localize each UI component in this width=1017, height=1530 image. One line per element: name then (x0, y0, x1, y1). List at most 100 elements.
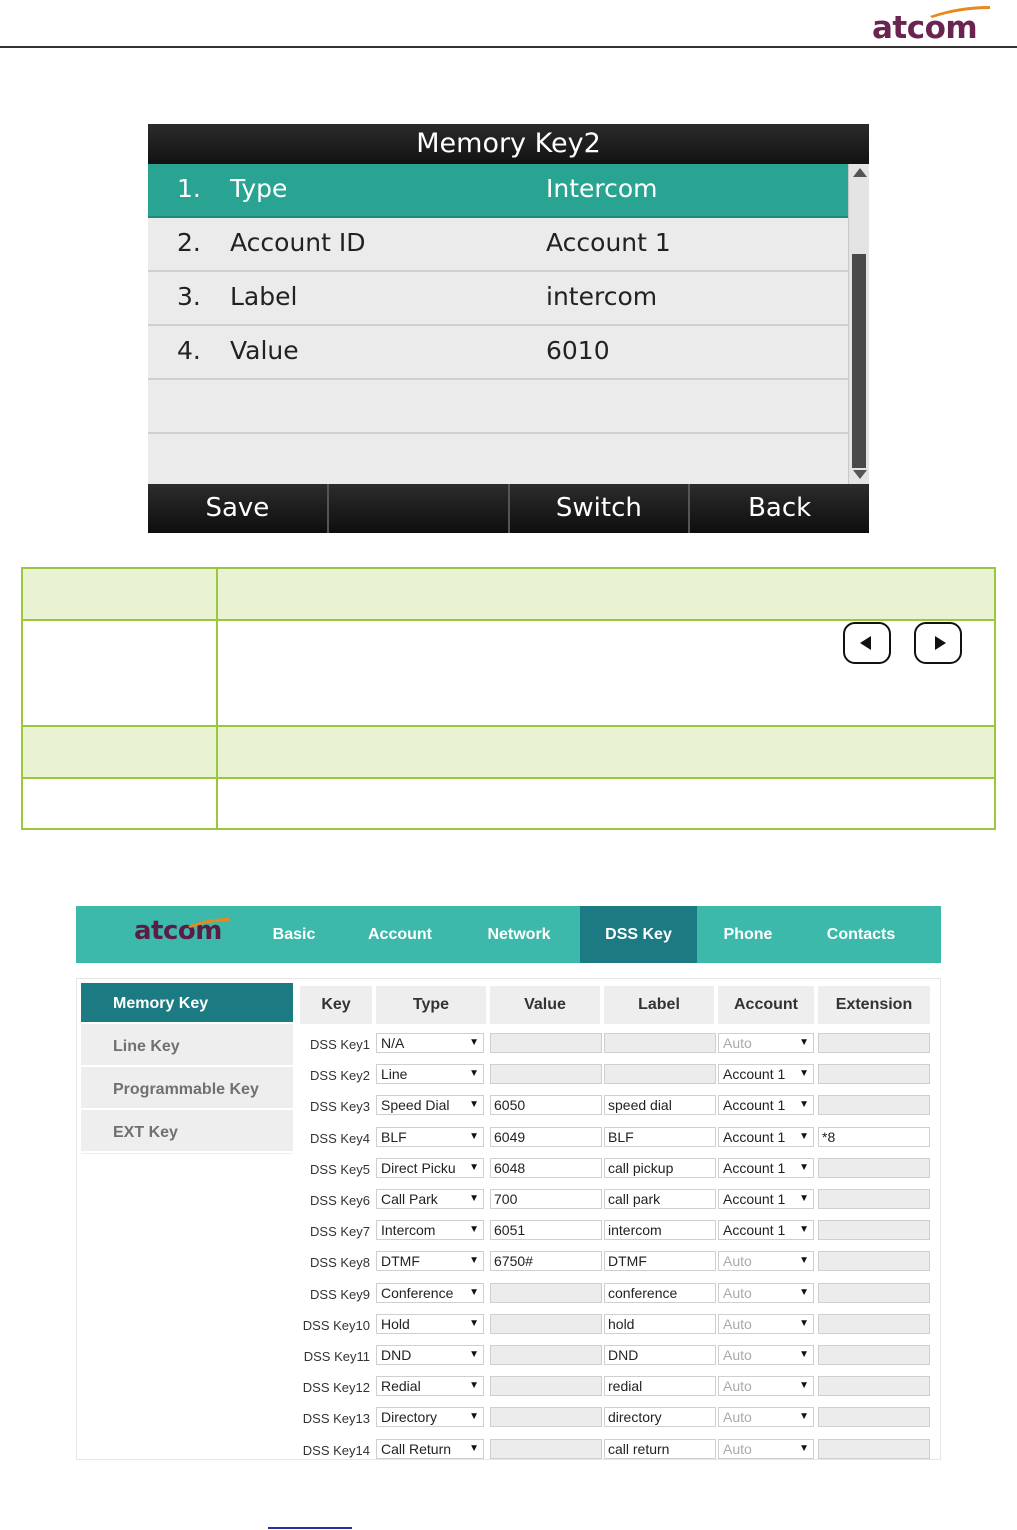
type-select[interactable]: Hold ▼ (376, 1313, 484, 1334)
account-select[interactable]: Auto ▼ (718, 1376, 814, 1397)
account-select-value: Account 1 (723, 1097, 786, 1114)
label-input[interactable]: intercom (604, 1220, 716, 1241)
extension-input[interactable] (818, 1189, 930, 1209)
type-select[interactable]: Redial ▼ (376, 1376, 484, 1397)
account-select[interactable]: Account 1 ▼ (718, 1189, 814, 1209)
label-input[interactable]: hold (604, 1313, 716, 1334)
extension-input[interactable] (818, 1313, 930, 1334)
phone-scrollbar[interactable] (848, 164, 869, 484)
value-input[interactable]: 6051 (490, 1220, 602, 1241)
label-input[interactable]: speed dial (604, 1095, 716, 1116)
type-select[interactable]: BLF ▼ (376, 1126, 484, 1147)
account-select[interactable]: Account 1 ▼ (718, 1095, 814, 1116)
back-softkey[interactable]: Back (690, 484, 869, 533)
sidebar-item-memory-key[interactable]: Memory Key (81, 983, 293, 1024)
label-input[interactable]: DTMF (604, 1251, 716, 1272)
label-input[interactable] (604, 1064, 716, 1085)
label-input[interactable]: redial (604, 1376, 716, 1397)
dropdown-arrow-icon: ▼ (799, 1130, 809, 1142)
type-select[interactable]: Call Return ▼ (376, 1438, 484, 1459)
label-input[interactable]: call return (604, 1438, 716, 1459)
label-input[interactable]: directory (604, 1407, 716, 1428)
extension-input[interactable] (818, 1376, 930, 1397)
account-select[interactable]: Account 1 ▼ (718, 1064, 814, 1085)
dss-key-name: DSS Key2 (310, 1068, 370, 1084)
account-select[interactable]: Auto ▼ (718, 1282, 814, 1303)
type-select[interactable]: Directory ▼ (376, 1407, 484, 1428)
account-select[interactable]: Auto ▼ (718, 1313, 814, 1334)
value-input[interactable] (490, 1313, 602, 1334)
value-input[interactable] (490, 1376, 602, 1397)
label-input[interactable]: call pickup (604, 1157, 716, 1178)
dropdown-arrow-icon: ▼ (469, 1286, 479, 1298)
extension-input[interactable] (818, 1095, 930, 1116)
scroll-down-icon[interactable] (853, 470, 867, 479)
tab-network[interactable]: Network (470, 906, 568, 963)
extension-input[interactable] (818, 1345, 930, 1365)
tab-account[interactable]: Account (356, 906, 444, 963)
account-select[interactable]: Auto ▼ (718, 1345, 814, 1365)
extension-input[interactable] (818, 1157, 930, 1178)
label-input[interactable]: BLF (604, 1126, 716, 1147)
sidebar-item-programmable-key[interactable]: Programmable Key (81, 1069, 293, 1110)
account-select[interactable]: Auto ▼ (718, 1251, 814, 1272)
switch-softkey[interactable]: Switch (510, 484, 691, 533)
value-input[interactable]: 6750# (490, 1251, 602, 1272)
extension-input[interactable] (818, 1251, 930, 1272)
extension-input[interactable] (818, 1064, 930, 1085)
label-input[interactable] (604, 1033, 716, 1053)
value-input[interactable] (490, 1033, 602, 1053)
extension-input[interactable] (818, 1033, 930, 1053)
blank-softkey[interactable] (329, 484, 510, 533)
type-select[interactable]: Speed Dial ▼ (376, 1095, 484, 1116)
value-input[interactable] (490, 1407, 602, 1428)
label-input[interactable]: conference (604, 1282, 716, 1303)
value-input[interactable] (490, 1282, 602, 1303)
scrollbar-thumb[interactable] (852, 254, 866, 468)
extension-input[interactable] (818, 1407, 930, 1428)
save-softkey[interactable]: Save (148, 484, 329, 533)
phone-menu-item-account-id[interactable]: 2. Account ID Account 1 (148, 218, 848, 272)
label-input[interactable]: DND (604, 1345, 716, 1365)
extension-input[interactable] (818, 1220, 930, 1241)
value-input[interactable]: 6049 (490, 1126, 602, 1147)
value-input[interactable]: 700 (490, 1189, 602, 1209)
account-select[interactable]: Account 1 ▼ (718, 1157, 814, 1178)
value-input[interactable]: 6048 (490, 1157, 602, 1178)
account-select-value: Auto (723, 1315, 752, 1332)
value-input[interactable] (490, 1345, 602, 1365)
account-select[interactable]: Auto ▼ (718, 1033, 814, 1053)
phone-menu-item-value[interactable]: 4. Value 6010 (148, 326, 848, 380)
scroll-up-icon[interactable] (853, 168, 867, 177)
value-input[interactable] (490, 1064, 602, 1085)
type-select[interactable]: DTMF ▼ (376, 1251, 484, 1272)
tab-dss-key[interactable]: DSS Key (580, 906, 697, 963)
extension-input[interactable]: *8 (818, 1126, 930, 1147)
type-select[interactable]: Conference ▼ (376, 1282, 484, 1303)
account-select[interactable]: Account 1 ▼ (718, 1220, 814, 1241)
phone-menu-item-label[interactable]: 3. Label intercom (148, 272, 848, 326)
dropdown-arrow-icon: ▼ (799, 1255, 809, 1267)
tab-contacts[interactable]: Contacts (814, 906, 908, 963)
sidebar-item-ext-key[interactable]: EXT Key (81, 1112, 293, 1153)
type-select[interactable]: DND ▼ (376, 1345, 484, 1365)
phone-menu-empty-row (148, 434, 848, 488)
type-select[interactable]: Intercom ▼ (376, 1220, 484, 1241)
value-input[interactable]: 6050 (490, 1095, 602, 1116)
extension-input[interactable] (818, 1282, 930, 1303)
account-select[interactable]: Auto ▼ (718, 1438, 814, 1459)
type-select[interactable]: N/A ▼ (376, 1033, 484, 1053)
label-input[interactable]: call park (604, 1189, 716, 1209)
sidebar-item-line-key[interactable]: Line Key (81, 1026, 293, 1067)
tab-basic[interactable]: Basic (256, 906, 332, 963)
value-input[interactable] (490, 1438, 602, 1459)
account-select[interactable]: Auto ▼ (718, 1407, 814, 1428)
tab-phone[interactable]: Phone (712, 906, 784, 963)
phone-menu-item-type[interactable]: 1. Type Intercom (148, 164, 848, 218)
extension-input[interactable] (818, 1438, 930, 1459)
table-cell (23, 569, 218, 619)
type-select[interactable]: Line ▼ (376, 1064, 484, 1085)
type-select[interactable]: Call Park ▼ (376, 1189, 484, 1209)
account-select[interactable]: Account 1 ▼ (718, 1126, 814, 1147)
type-select[interactable]: Direct Picku ▼ (376, 1157, 484, 1178)
